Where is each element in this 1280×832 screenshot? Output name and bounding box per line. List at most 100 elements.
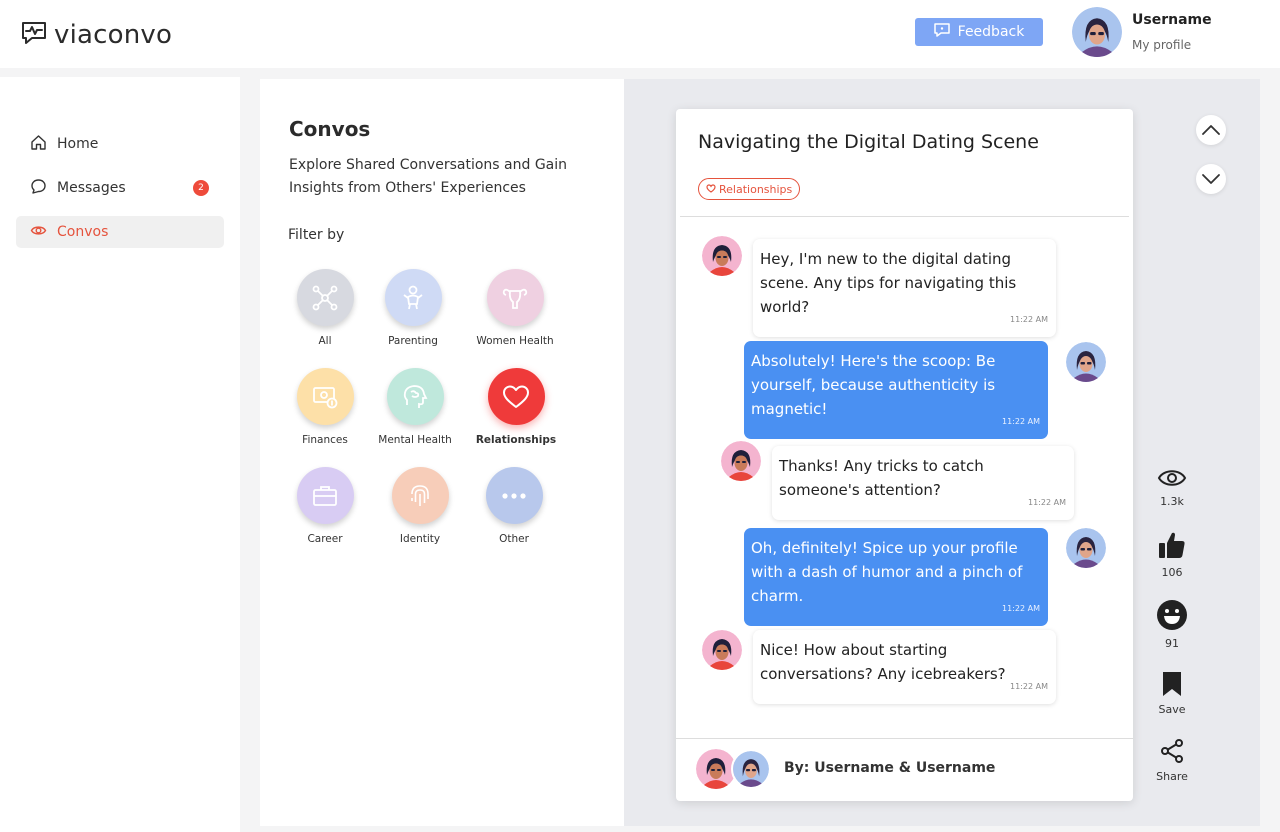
views-counter[interactable]: 1.3k: [1147, 467, 1197, 508]
message-text: Thanks! Any tricks to catch someone's at…: [779, 457, 984, 499]
filter-label-text: Career: [307, 533, 343, 545]
message-bubble-incoming: Thanks! Any tricks to catch someone's at…: [772, 446, 1074, 520]
share-button[interactable]: Share: [1147, 738, 1197, 783]
sidebar-item-label: Convos: [57, 224, 109, 240]
home-icon: [30, 134, 47, 155]
filter-label-text: Identity: [399, 533, 441, 545]
message-time: 11:22 AM: [1002, 417, 1040, 426]
next-convo-button[interactable]: [1196, 164, 1226, 194]
avatar: [721, 441, 761, 481]
filter-relationships[interactable]: Relationships: [466, 368, 566, 446]
chat-icon: [30, 178, 47, 199]
filter-career[interactable]: Career: [275, 467, 375, 545]
conversation-card: Navigating the Digital Dating Scene Rela…: [676, 109, 1133, 801]
message-time: 11:22 AM: [1002, 604, 1040, 613]
filter-label-text: Relationships: [475, 434, 557, 446]
more-icon: [485, 467, 543, 524]
save-button[interactable]: Save: [1147, 671, 1197, 716]
authors-text: By: Username & Username: [784, 760, 996, 776]
filter-label-text: Finances: [302, 434, 348, 446]
feedback-button[interactable]: Feedback: [915, 18, 1043, 46]
baby-icon: [384, 269, 442, 326]
sidebar-item-label: Home: [57, 136, 99, 152]
briefcase-icon: [296, 467, 354, 524]
message-time: 11:22 AM: [1010, 315, 1048, 324]
profile-username[interactable]: Username: [1132, 12, 1212, 28]
filter-label-text: Other: [499, 533, 529, 545]
feedback-icon: [933, 23, 950, 41]
divider: [680, 216, 1129, 217]
filter-women-health[interactable]: Women Health: [465, 269, 565, 347]
reactions-count: 91: [1165, 637, 1179, 650]
filter-label-text: Parenting: [388, 335, 438, 347]
message-text: Nice! How about starting conversations? …: [760, 641, 1006, 683]
message-text: Hey, I'm new to the digital dating scene…: [760, 250, 1017, 316]
brain-icon: [386, 368, 444, 425]
my-profile-link[interactable]: My profile: [1132, 38, 1191, 52]
filter-parenting[interactable]: Parenting: [363, 269, 463, 347]
filter-label: Filter by: [288, 227, 345, 243]
author-avatar[interactable]: [731, 749, 771, 789]
fingerprint-icon: [391, 467, 449, 524]
message-text: Absolutely! Here's the scoop: Be yoursel…: [751, 352, 996, 418]
money-icon: [296, 368, 354, 425]
convos-panel: Convos Explore Shared Conversations and …: [260, 79, 624, 826]
share-icon: [1159, 739, 1185, 768]
chevron-down-icon: [1201, 170, 1221, 189]
sidebar: Home Messages 2 Convos: [0, 77, 240, 832]
eye-icon: [1157, 470, 1187, 493]
category-tag[interactable]: Relationships: [698, 178, 801, 200]
message-bubble-incoming: Nice! How about starting conversations? …: [753, 630, 1056, 704]
heart-icon: [706, 183, 716, 196]
eye-icon: [30, 222, 47, 243]
bookmark-icon: [1162, 672, 1182, 701]
message-time: 11:22 AM: [1010, 682, 1048, 691]
filter-all[interactable]: All: [275, 269, 375, 347]
save-label: Save: [1158, 703, 1186, 716]
avatar: [1066, 342, 1106, 382]
smile-icon: [1156, 600, 1188, 635]
filter-finances[interactable]: Finances: [275, 368, 375, 446]
feedback-label: Feedback: [957, 24, 1025, 40]
message-bubble-incoming: Hey, I'm new to the digital dating scene…: [753, 239, 1056, 337]
message-bubble-outgoing: Oh, definitely! Spice up your profile wi…: [744, 528, 1048, 626]
filter-other[interactable]: Other: [464, 467, 564, 545]
avatar: [1066, 528, 1106, 568]
message-bubble-outgoing: Absolutely! Here's the scoop: Be yoursel…: [744, 341, 1048, 439]
divider: [676, 738, 1133, 739]
sidebar-item-convos[interactable]: Convos: [16, 216, 224, 248]
author-avatar[interactable]: [696, 749, 736, 789]
share-label: Share: [1156, 770, 1188, 783]
heart-icon: [487, 368, 545, 425]
network-icon: [296, 269, 354, 326]
likes-count: 106: [1161, 566, 1183, 579]
logo-text: viaconvo: [54, 20, 173, 50]
sidebar-item-label: Messages: [57, 180, 126, 196]
top-header: viaconvo Feedback Username My profile: [0, 0, 1280, 68]
views-count: 1.3k: [1160, 495, 1184, 508]
chat-heartbeat-icon: [20, 20, 48, 50]
filter-mental-health[interactable]: Mental Health: [365, 368, 465, 446]
category-tag-label: Relationships: [719, 182, 793, 196]
filter-label-text: All: [318, 335, 332, 347]
like-button[interactable]: 106: [1147, 530, 1197, 579]
unread-badge: 2: [193, 180, 209, 196]
filter-identity[interactable]: Identity: [370, 467, 470, 545]
message-time: 11:22 AM: [1028, 498, 1066, 507]
logo[interactable]: viaconvo: [20, 20, 172, 50]
filter-label-text: Women Health: [476, 335, 554, 347]
sidebar-item-home[interactable]: Home: [16, 128, 224, 160]
thumbs-up-icon: [1158, 532, 1186, 564]
chevron-up-icon: [1201, 121, 1221, 140]
conversation-title: Navigating the Digital Dating Scene: [698, 131, 1039, 153]
previous-convo-button[interactable]: [1196, 115, 1226, 145]
profile-avatar[interactable]: [1072, 7, 1122, 57]
sidebar-item-messages[interactable]: Messages 2: [16, 172, 224, 204]
avatar: [702, 630, 742, 670]
avatar: [702, 236, 742, 276]
filter-label-text: Mental Health: [378, 434, 452, 446]
message-text: Oh, definitely! Spice up your profile wi…: [751, 539, 1023, 605]
page-title: Convos: [289, 117, 371, 141]
reaction-button[interactable]: 91: [1147, 599, 1197, 650]
page-subtitle: Explore Shared Conversations and Gain In…: [289, 157, 568, 196]
